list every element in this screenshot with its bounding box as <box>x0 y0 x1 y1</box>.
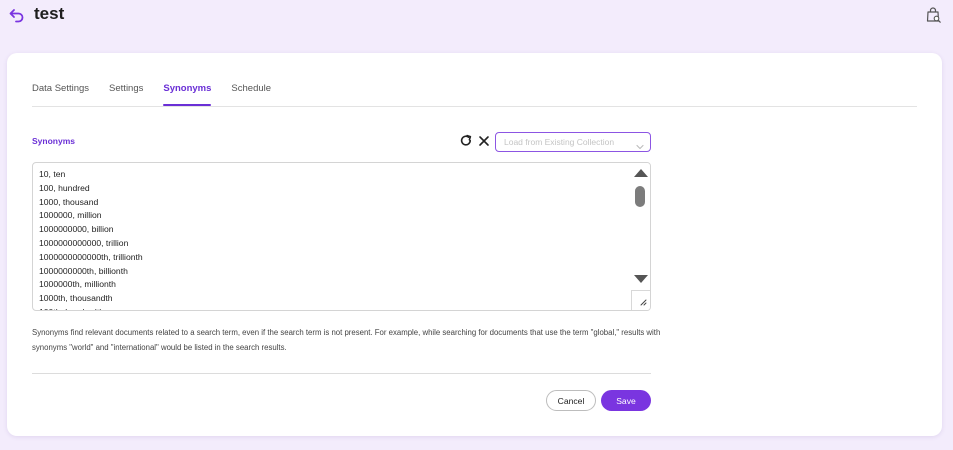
scroll-down-arrow-icon[interactable] <box>634 275 648 283</box>
footer-divider <box>32 373 651 374</box>
chevron-down-icon <box>636 138 644 150</box>
tabs-divider <box>32 106 917 107</box>
load-collection-placeholder: Load from Existing Collection <box>504 137 615 147</box>
page-title: test <box>34 4 65 23</box>
tab-data-settings[interactable]: Data Settings <box>32 80 89 106</box>
synonyms-textarea-content[interactable]: 10, ten 100, hundred 1000, thousand 1000… <box>39 168 627 310</box>
textarea-scrollbar[interactable] <box>631 163 650 290</box>
cancel-button[interactable]: Cancel <box>546 390 596 411</box>
tab-bar: Data Settings Settings Synonyms Schedule <box>32 80 271 107</box>
back-arrow-icon[interactable] <box>8 6 26 24</box>
load-collection-select[interactable]: Load from Existing Collection <box>495 132 651 152</box>
tab-settings[interactable]: Settings <box>109 80 143 106</box>
synonyms-label: Synonyms <box>32 136 75 146</box>
close-icon[interactable] <box>477 134 491 148</box>
resize-handle-icon[interactable] <box>631 290 650 310</box>
synonyms-help-text: Synonyms find relevant documents related… <box>32 328 661 352</box>
refresh-icon[interactable] <box>459 134 473 148</box>
save-button[interactable]: Save <box>601 390 651 411</box>
synonyms-textarea[interactable]: 10, ten 100, hundred 1000, thousand 1000… <box>32 162 651 311</box>
settings-card: Data Settings Settings Synonyms Schedule… <box>7 53 942 436</box>
top-bar: test <box>0 0 953 40</box>
tab-synonyms[interactable]: Synonyms <box>163 80 212 106</box>
shopping-bag-search-icon[interactable] <box>925 6 943 24</box>
scroll-up-arrow-icon[interactable] <box>634 169 648 177</box>
scroll-thumb[interactable] <box>635 186 645 207</box>
tab-schedule[interactable]: Schedule <box>231 80 271 106</box>
